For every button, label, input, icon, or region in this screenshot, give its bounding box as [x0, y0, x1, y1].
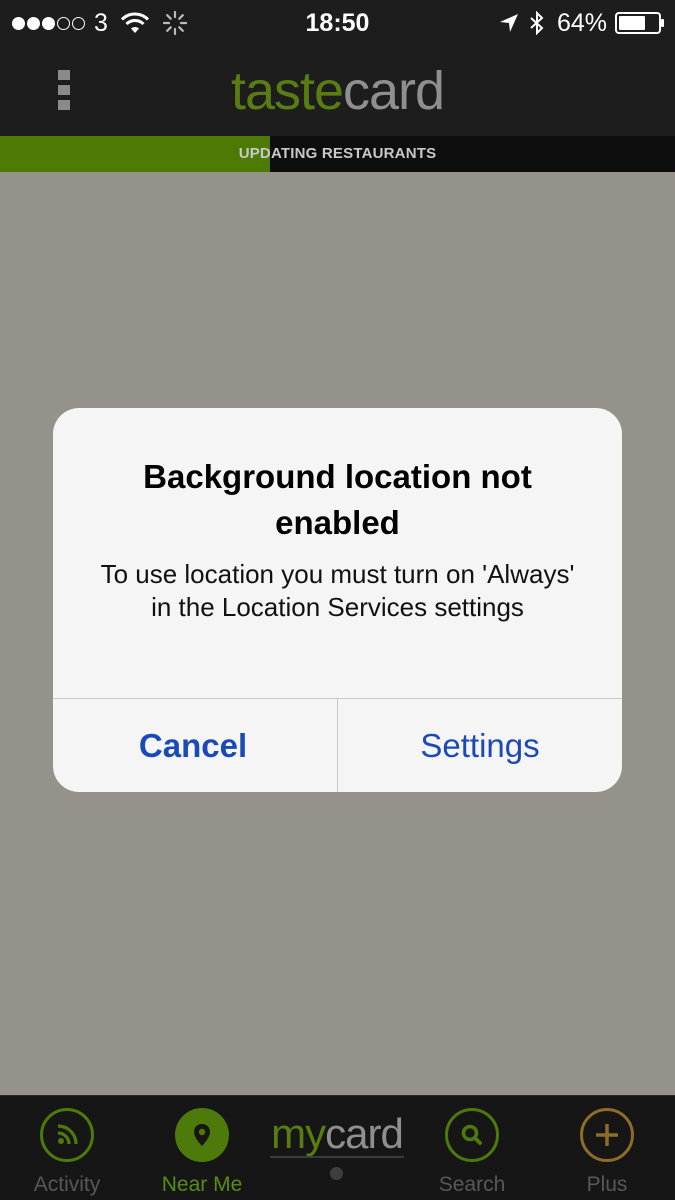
tab-plus[interactable]: Plus [542, 1096, 672, 1200]
mycard-logo-my: my [271, 1110, 326, 1157]
tab-search[interactable]: Search [407, 1096, 537, 1200]
plus-circle [580, 1108, 634, 1162]
status-bar: 3 18:50 64% [0, 0, 675, 46]
battery-percentage: 64% [556, 8, 607, 37]
alert-message: To use location you must turn on 'Always… [100, 559, 575, 622]
app-header: tastecard [0, 46, 675, 136]
status-right: 64% [499, 8, 665, 38]
cancel-button[interactable]: Cancel [53, 699, 337, 792]
bluetooth-icon [530, 11, 544, 35]
update-progress-bar: UPDATING RESTAURANTS [0, 136, 675, 172]
activity-circle [40, 1108, 94, 1162]
mycard-button[interactable]: mycard [262, 1110, 412, 1190]
tab-plus-label: Plus [586, 1173, 628, 1196]
location-arrow-icon [499, 14, 518, 32]
logo-card: card [343, 61, 445, 121]
battery-icon [615, 12, 664, 34]
tab-search-label: Search [438, 1173, 506, 1196]
mycard-logo: mycard [262, 1110, 412, 1158]
tab-near-me[interactable]: Near Me [137, 1096, 267, 1200]
alert-title: Background location not enabled [143, 458, 532, 541]
search-icon [461, 1124, 482, 1145]
tab-near-me-label: Near Me [161, 1173, 243, 1196]
search-circle [445, 1108, 499, 1162]
mycard-dot-indicator [330, 1167, 343, 1180]
progress-label: UPDATING RESTAURANTS [238, 145, 437, 162]
location-pin-icon [194, 1124, 210, 1146]
tab-activity[interactable]: Activity [2, 1096, 132, 1200]
rss-icon [57, 1124, 78, 1145]
tab-activity-label: Activity [33, 1173, 101, 1196]
near-me-circle [175, 1108, 229, 1162]
app-logo: tastecard [0, 60, 675, 122]
mycard-logo-card: card [325, 1110, 404, 1157]
plus-icon [596, 1124, 618, 1146]
location-alert-dialog: Background location not enabled To use l… [53, 408, 622, 792]
logo-taste: taste [230, 61, 344, 121]
settings-button[interactable]: Settings [338, 699, 622, 792]
mycard-underline [270, 1156, 404, 1158]
